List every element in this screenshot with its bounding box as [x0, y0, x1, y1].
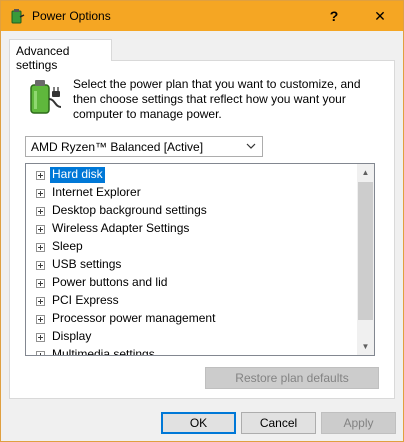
vertical-scrollbar[interactable]: ▲ ▼: [357, 164, 374, 355]
tree-item-label: USB settings: [52, 257, 122, 271]
restore-plan-defaults-button[interactable]: Restore plan defaults: [205, 367, 379, 389]
scroll-up-icon[interactable]: ▲: [357, 164, 374, 181]
expand-icon[interactable]: [36, 351, 45, 355]
tree-item-display[interactable]: Display: [26, 328, 356, 346]
tree-item-label: Internet Explorer: [52, 185, 141, 199]
tree-item-sleep[interactable]: Sleep: [26, 238, 356, 256]
battery-plug-icon: [30, 80, 62, 114]
power-options-window: Power Options ? ✕ Advanced settings Sele…: [0, 0, 404, 442]
settings-tree[interactable]: Hard disk Internet Explorer Desktop back…: [25, 163, 375, 356]
tree-item-label: Processor power management: [52, 311, 216, 325]
power-options-icon: [11, 9, 25, 24]
ok-button[interactable]: OK: [161, 412, 236, 434]
expand-icon[interactable]: [36, 261, 45, 270]
description-text: Select the power plan that you want to c…: [73, 77, 361, 121]
scroll-thumb[interactable]: [358, 182, 373, 320]
help-button[interactable]: ?: [311, 1, 357, 31]
power-plan-select[interactable]: AMD Ryzen™ Balanced [Active]: [25, 136, 263, 157]
scroll-down-icon[interactable]: ▼: [357, 338, 374, 355]
tree-item-label: Hard disk: [50, 167, 105, 183]
tree-item-processor-power[interactable]: Processor power management: [26, 310, 356, 328]
title-bar[interactable]: Power Options ? ✕: [1, 1, 403, 31]
tree-item-label: Display: [52, 329, 92, 343]
tree-item-multimedia[interactable]: Multimedia settings: [26, 346, 356, 356]
tree-item-internet-explorer[interactable]: Internet Explorer: [26, 184, 356, 202]
close-icon: ✕: [374, 7, 386, 24]
tree-item-label: Sleep: [52, 239, 83, 253]
expand-icon[interactable]: [36, 171, 45, 180]
tree-item-label: Wireless Adapter Settings: [52, 221, 190, 235]
expand-icon[interactable]: [36, 207, 45, 216]
tree-item-desktop-background[interactable]: Desktop background settings: [26, 202, 356, 220]
tree-item-label: Desktop background settings: [52, 203, 207, 217]
expand-icon[interactable]: [36, 279, 45, 288]
tab-advanced-settings[interactable]: Advanced settings: [9, 39, 112, 72]
tree-item-label: PCI Express: [52, 293, 119, 307]
expand-icon[interactable]: [36, 243, 45, 252]
tree-item-hard-disk[interactable]: Hard disk: [26, 166, 356, 184]
tree-item-power-buttons[interactable]: Power buttons and lid: [26, 274, 356, 292]
close-button[interactable]: ✕: [357, 1, 403, 31]
power-plan-value: AMD Ryzen™ Balanced [Active]: [31, 140, 204, 154]
expand-icon[interactable]: [36, 225, 45, 234]
tree-item-usb-settings[interactable]: USB settings: [26, 256, 356, 274]
tree-item-label: Power buttons and lid: [52, 275, 168, 289]
window-title: Power Options: [32, 9, 111, 23]
tree-item-label: Multimedia settings: [52, 347, 155, 356]
tree-item-wireless-adapter[interactable]: Wireless Adapter Settings: [26, 220, 356, 238]
apply-button[interactable]: Apply: [321, 412, 396, 434]
expand-icon[interactable]: [36, 189, 45, 198]
expand-icon[interactable]: [36, 297, 45, 306]
expand-icon[interactable]: [36, 315, 45, 324]
expand-icon[interactable]: [36, 333, 45, 342]
tree-item-pci-express[interactable]: PCI Express: [26, 292, 356, 310]
chevron-down-icon: [246, 143, 256, 149]
cancel-button[interactable]: Cancel: [241, 412, 316, 434]
